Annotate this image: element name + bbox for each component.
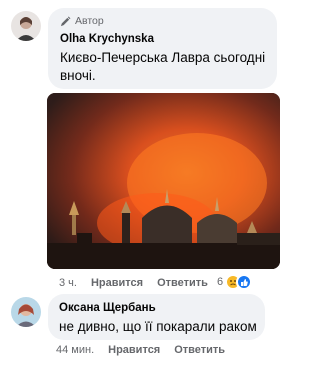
avatar[interactable] bbox=[11, 11, 41, 41]
pencil-icon bbox=[60, 16, 71, 26]
comment-actions: 44 мин. Нравится Ответить bbox=[56, 344, 225, 356]
avatar[interactable] bbox=[11, 297, 41, 327]
like-reaction-icon bbox=[236, 274, 253, 290]
like-button[interactable]: Нравится bbox=[108, 344, 160, 356]
reactions-summary[interactable]: 6 bbox=[217, 274, 253, 290]
comment-text-line2: вночі. bbox=[60, 68, 96, 83]
reply-button[interactable]: Ответить bbox=[157, 277, 208, 289]
comment-bubble: Оксана Щербань не дивно, що її покарали … bbox=[48, 294, 265, 340]
reply-button[interactable]: Ответить bbox=[174, 344, 225, 356]
comment-text: не дивно, що її покарали раком bbox=[59, 319, 257, 334]
comment-bubble: Автор Olha Krychynska Києво-Печерська Ла… bbox=[48, 8, 277, 89]
attached-photo[interactable] bbox=[47, 93, 280, 269]
comment-time[interactable]: 3 ч. bbox=[59, 277, 77, 289]
comment-text-line1: Києво-Печерська Лавра сьогодні bbox=[60, 50, 266, 65]
author-badge-label: Автор bbox=[75, 15, 104, 27]
author-badge: Автор bbox=[60, 15, 104, 27]
like-button[interactable]: Нравится bbox=[91, 277, 143, 289]
author-name[interactable]: Olha Krychynska bbox=[60, 33, 154, 45]
comment-actions: 3 ч. Нравится Ответить bbox=[59, 277, 208, 289]
reaction-count: 6 bbox=[217, 276, 224, 288]
author-name[interactable]: Оксана Щербань bbox=[59, 302, 156, 314]
comment-time[interactable]: 44 мин. bbox=[56, 344, 94, 356]
